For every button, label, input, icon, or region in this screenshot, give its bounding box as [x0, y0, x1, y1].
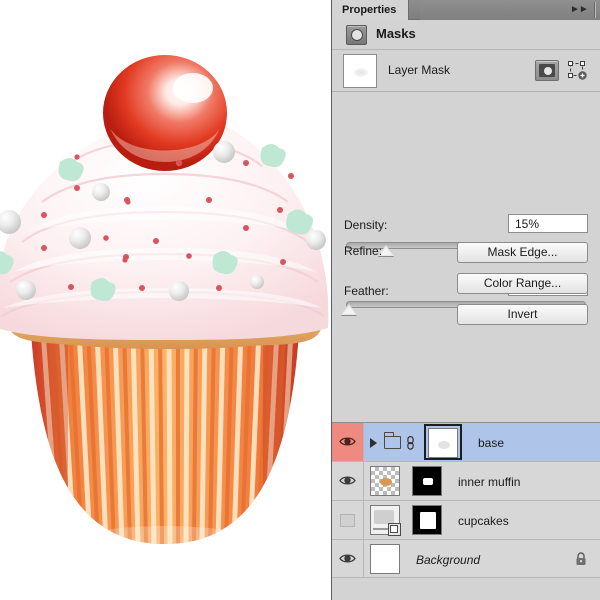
- layer-mask-thumbnail[interactable]: [343, 54, 377, 88]
- lock-icon: [576, 552, 586, 565]
- properties-panel: Properties ►► Masks Layer Mask Density: …: [331, 0, 600, 600]
- double-chevron-right-icon[interactable]: ►►: [570, 3, 589, 17]
- layers-panel: base inner muffin cupcakes Background: [332, 422, 600, 600]
- cupcake-artwork: [0, 55, 329, 544]
- disclosure-triangle-icon[interactable]: [370, 438, 377, 448]
- folder-icon: [384, 432, 401, 449]
- layer-name[interactable]: inner muffin: [458, 475, 520, 489]
- color-range-button[interactable]: Color Range...: [457, 273, 588, 294]
- feather-slider-thumb[interactable]: [341, 304, 357, 315]
- mask-thumbnail-icon: [346, 25, 367, 45]
- feather-label: Feather:: [344, 284, 389, 298]
- tab-properties[interactable]: Properties: [332, 0, 410, 20]
- eye-icon[interactable]: [339, 475, 356, 486]
- density-value-input[interactable]: 15%: [508, 214, 588, 233]
- layer-name[interactable]: cupcakes: [458, 514, 509, 528]
- eye-icon-off[interactable]: [340, 514, 355, 527]
- panel-tab-strip: Properties ►►: [332, 0, 600, 20]
- layer-mask-thumbnail[interactable]: [428, 428, 458, 458]
- visibility-cell[interactable]: [332, 462, 364, 500]
- layer-thumbnail[interactable]: [370, 466, 400, 496]
- layer-thumbnail[interactable]: [370, 544, 400, 574]
- refine-label: Refine:: [344, 244, 383, 258]
- layer-name[interactable]: base: [478, 436, 504, 450]
- layer-mask-row[interactable]: Layer Mask: [332, 50, 600, 92]
- pixel-mask-icon[interactable]: [535, 60, 559, 81]
- table-row[interactable]: inner muffin: [332, 462, 600, 501]
- mask-thumbnail[interactable]: [412, 466, 442, 496]
- eye-icon[interactable]: [339, 436, 356, 447]
- table-row[interactable]: base: [332, 423, 600, 462]
- mask-edge-button[interactable]: Mask Edge...: [457, 242, 588, 263]
- table-row[interactable]: Background: [332, 540, 600, 579]
- visibility-cell[interactable]: [332, 501, 364, 539]
- density-label: Density:: [344, 218, 388, 232]
- photoshop-window: Properties ►► Masks Layer Mask Density: …: [0, 0, 600, 600]
- panel-grip: [594, 2, 596, 18]
- layer-thumbnail[interactable]: [370, 505, 401, 536]
- panel-empty-area: [332, 330, 600, 422]
- image-canvas[interactable]: [0, 0, 331, 600]
- invert-button[interactable]: Invert: [457, 304, 588, 325]
- table-row[interactable]: cupcakes: [332, 501, 600, 540]
- visibility-cell[interactable]: [332, 423, 364, 461]
- layers-panel-footer: [332, 577, 600, 600]
- eye-icon[interactable]: [339, 553, 356, 564]
- link-chain-icon[interactable]: [406, 435, 415, 450]
- page-title: Masks: [376, 26, 416, 41]
- panel-header: Masks: [332, 20, 600, 50]
- layer-name[interactable]: Background: [416, 553, 480, 567]
- layer-mask-label: Layer Mask: [388, 63, 451, 77]
- visibility-cell[interactable]: [332, 540, 364, 578]
- mask-thumbnail[interactable]: [412, 505, 442, 535]
- vector-mask-add-icon[interactable]: [568, 61, 588, 80]
